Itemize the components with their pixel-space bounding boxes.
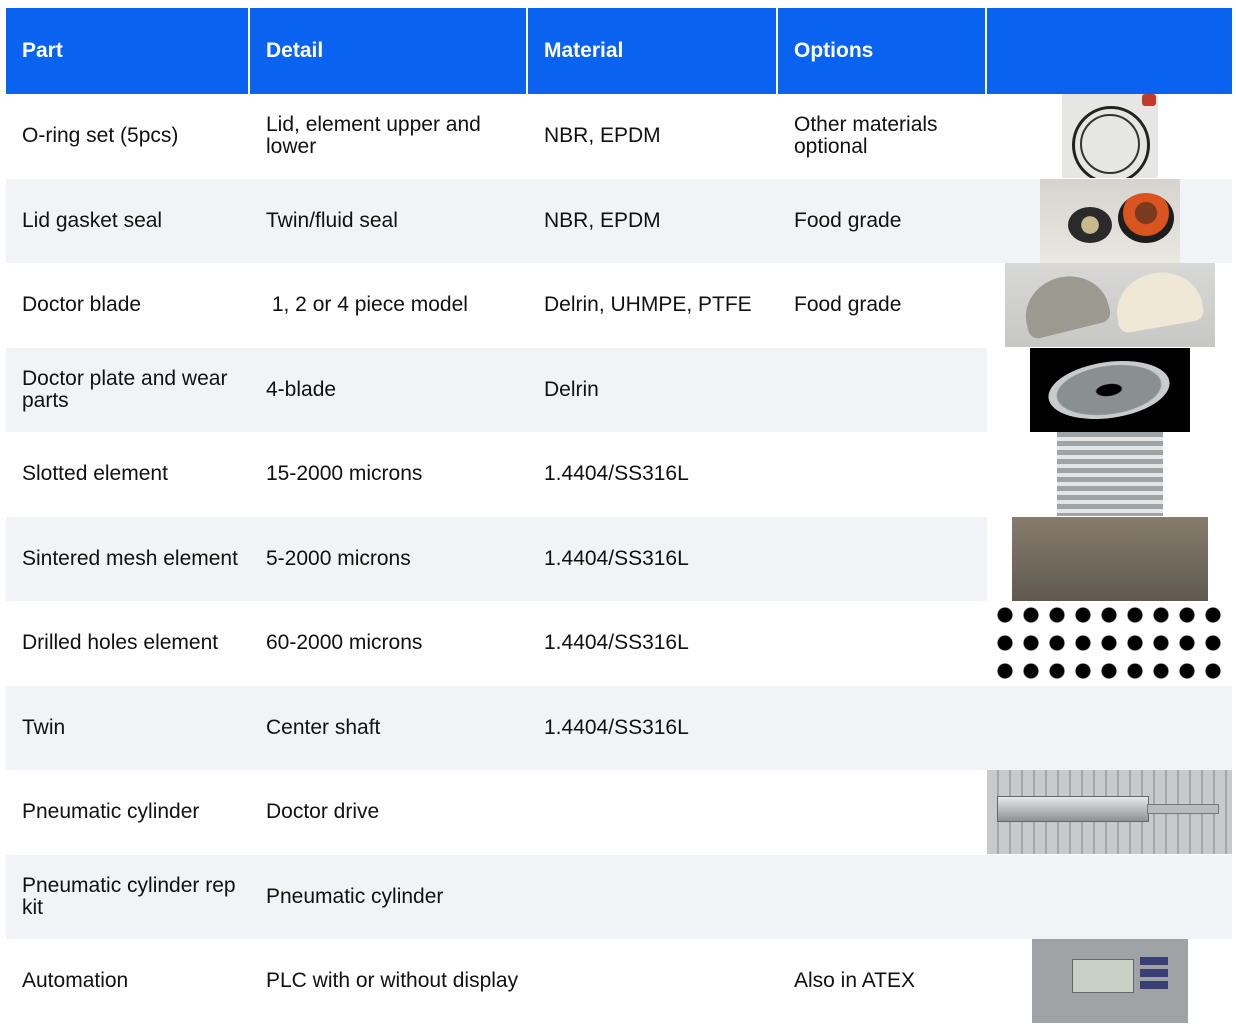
cell-detail: 60-2000 microns [250,601,528,686]
cell-image [987,685,1232,770]
header-image [987,8,1232,94]
header-part: Part [6,8,250,94]
cell-options [778,432,987,517]
gasket-seal-photo [1039,178,1180,263]
cell-part: Doctor blade [6,263,250,348]
cell-options: Food grade [778,263,987,348]
cell-material: Delrin [528,347,778,432]
header-options: Options [778,8,987,94]
cell-detail: Twin/fluid seal [250,178,528,263]
cell-part: Drilled holes element [6,601,250,686]
table-row: Pneumatic cylinder rep kit Pneumatic cyl… [6,854,1232,939]
table-row: Twin Center shaft 1.4404/SS316L [6,685,1232,770]
parts-table: Part Detail Material Options O-ring set … [6,8,1232,1024]
cell-detail: Lid, element upper and lower [250,94,528,179]
plc-display-photo [1031,939,1188,1024]
pneumatic-cylinder-photo [987,770,1232,855]
cell-image [987,939,1232,1024]
cell-part: Doctor plate and wear parts [6,347,250,432]
cell-detail: Pneumatic cylinder [250,854,528,939]
cell-options [778,685,987,770]
cell-image [987,94,1232,179]
cell-detail: PLC with or without display [250,939,528,1024]
table-row: O-ring set (5pcs) Lid, element upper and… [6,94,1232,179]
cell-options [778,516,987,601]
cell-image [987,178,1232,263]
cell-material: NBR, EPDM [528,94,778,179]
table-row: Pneumatic cylinder Doctor drive [6,770,1232,855]
table-row: Sintered mesh element 5-2000 microns 1.4… [6,516,1232,601]
header-detail: Detail [250,8,528,94]
cell-material: Delrin, UHMPE, PTFE [528,263,778,348]
table-row: Lid gasket seal Twin/fluid seal NBR, EPD… [6,178,1232,263]
cell-material: 1.4404/SS316L [528,516,778,601]
cell-options [778,347,987,432]
table-row: Drilled holes element 60-2000 microns 1.… [6,601,1232,686]
doctor-blade-photo [1004,263,1215,348]
cell-material: 1.4404/SS316L [528,432,778,517]
cell-options: Other materials optional [778,94,987,179]
cell-part: Lid gasket seal [6,178,250,263]
cell-part: Twin [6,685,250,770]
cell-image [987,263,1232,348]
cell-options: Food grade [778,178,987,263]
cell-detail: Doctor drive [250,770,528,855]
table-header-row: Part Detail Material Options [6,8,1232,94]
table-row: Automation PLC with or without display A… [6,939,1232,1024]
slotted-element-photo [1056,432,1163,517]
cell-options [778,854,987,939]
drilled-holes-photo [991,601,1228,686]
cell-image [987,516,1232,601]
cell-material: NBR, EPDM [528,178,778,263]
cell-detail: 15-2000 microns [250,432,528,517]
cell-material: 1.4404/SS316L [528,601,778,686]
cell-detail: 5-2000 microns [250,516,528,601]
cell-detail: 4-blade [250,347,528,432]
cell-part: Pneumatic cylinder rep kit [6,854,250,939]
cell-part: Automation [6,939,250,1024]
table-row: Doctor plate and wear parts 4-blade Delr… [6,347,1232,432]
cell-material [528,939,778,1024]
cell-part: O-ring set (5pcs) [6,94,250,179]
o-ring-photo [1061,94,1158,179]
cell-part: Pneumatic cylinder [6,770,250,855]
cell-material [528,854,778,939]
cell-options [778,601,987,686]
cell-part: Sintered mesh element [6,516,250,601]
cell-image [987,770,1232,855]
cell-options: Also in ATEX [778,939,987,1024]
cell-image [987,854,1232,939]
table-row: Slotted element 15-2000 microns 1.4404/S… [6,432,1232,517]
sintered-mesh-photo [1011,516,1208,601]
cell-detail: 1, 2 or 4 piece model [250,263,528,348]
cell-detail: Center shaft [250,685,528,770]
table-row: Doctor blade 1, 2 or 4 piece model Delri… [6,263,1232,348]
cell-material: 1.4404/SS316L [528,685,778,770]
cell-image [987,347,1232,432]
doctor-plate-photo [1029,347,1190,432]
header-material: Material [528,8,778,94]
cell-material [528,770,778,855]
cell-image [987,432,1232,517]
cell-options [778,770,987,855]
cell-image [987,601,1232,686]
cell-part: Slotted element [6,432,250,517]
